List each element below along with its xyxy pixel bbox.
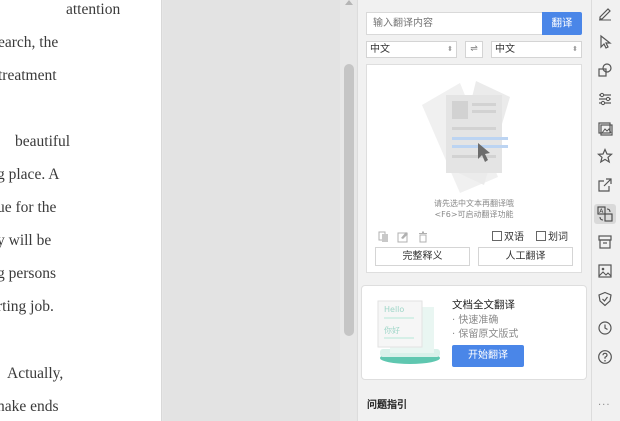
human-translation-button[interactable]: 人工翻译 — [478, 247, 573, 266]
empty-document-illustration — [422, 81, 510, 193]
hint-text: 请先选中文本再翻译哦 — [434, 199, 514, 208]
picture-icon[interactable] — [597, 263, 613, 279]
illustration-hello-text: Hello — [384, 305, 404, 314]
chevron-updown-icon: ⬍ — [572, 45, 578, 53]
translate-icon[interactable]: A — [597, 206, 613, 222]
illustration-nihao-text: 你好 — [384, 325, 400, 335]
shapes-icon[interactable] — [597, 62, 613, 78]
document-translation-illustration: Hello 你好 — [377, 300, 440, 364]
copy-icon[interactable] — [378, 231, 390, 243]
help-icon[interactable] — [597, 349, 613, 365]
pen-icon[interactable] — [597, 5, 613, 21]
source-language-select[interactable]: 中文 ⬍ — [366, 41, 457, 58]
document-text-line: Actually, — [7, 365, 64, 382]
document-text-line: g place. A — [0, 166, 60, 183]
target-language-value: 中文 — [495, 44, 515, 55]
translate-button[interactable]: 翻译 — [542, 12, 582, 35]
document-text-line: treatment — [0, 67, 57, 84]
image-gallery-icon[interactable] — [597, 120, 613, 136]
source-language-value: 中文 — [370, 44, 390, 55]
more-options-icon[interactable]: ··· — [598, 400, 611, 411]
swap-language-button[interactable]: ⇌ — [465, 41, 483, 58]
scroll-up-arrow-icon[interactable] — [345, 0, 353, 5]
edit-note-icon[interactable] — [397, 231, 409, 243]
workspace-background — [163, 0, 340, 421]
document-text-line: ue for the — [0, 199, 57, 216]
star-icon[interactable] — [597, 148, 613, 164]
checkbox-box[interactable] — [536, 231, 546, 241]
shield-icon[interactable] — [597, 291, 613, 307]
document-translation-feature: · 保留原文版式 — [452, 329, 519, 340]
scrollbar-thumb[interactable] — [344, 64, 354, 336]
bilingual-label: 双语 — [504, 232, 524, 243]
document-text-line: beautiful — [15, 133, 71, 150]
chevron-updown-icon: ⬍ — [447, 45, 453, 53]
trash-icon[interactable] — [417, 231, 429, 243]
document-text-line: nake ends — [0, 398, 59, 415]
target-language-select[interactable]: 中文 ⬍ — [491, 41, 582, 58]
settings-sliders-icon[interactable] — [597, 91, 613, 107]
word-select-checkbox[interactable]: 划词 — [536, 231, 568, 244]
archive-icon[interactable] — [597, 234, 613, 250]
document-translation-title: 文档全文翻译 — [452, 299, 515, 311]
document-text-line: earch, the — [0, 34, 59, 51]
translate-input[interactable] — [366, 12, 542, 35]
word-select-label: 划词 — [548, 232, 568, 243]
history-icon[interactable] — [597, 320, 613, 336]
help-section-title: 问题指引 — [367, 400, 407, 411]
document-text-line: g persons — [0, 265, 56, 282]
cursor-icon[interactable] — [597, 34, 613, 50]
document-text-line: y will be — [0, 232, 52, 249]
document-translation-feature: · 快速准确 — [452, 315, 499, 326]
document-page: attention earch, the treatment beautiful… — [0, 0, 162, 421]
full-definition-button[interactable]: 完整释义 — [375, 247, 470, 266]
hint-shortcut-text: <F6>可启动翻译功能 — [434, 210, 514, 219]
share-icon[interactable] — [597, 177, 613, 193]
checkbox-box[interactable] — [492, 231, 502, 241]
bilingual-checkbox[interactable]: 双语 — [492, 231, 524, 244]
document-text-line: attention — [66, 1, 121, 18]
start-translation-button[interactable]: 开始翻译 — [452, 345, 524, 367]
document-text-line: rting job. — [0, 298, 54, 315]
